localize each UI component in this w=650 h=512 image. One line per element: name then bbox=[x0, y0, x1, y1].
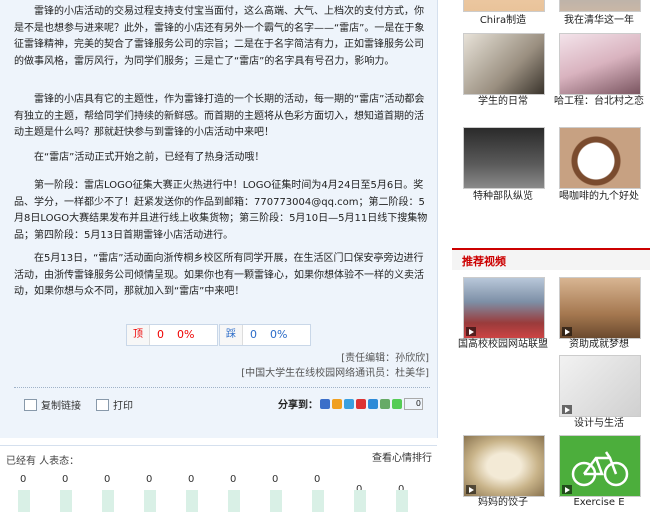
photo-thumbnail[interactable] bbox=[463, 0, 545, 12]
share-bar: 分享到： 0 bbox=[278, 396, 423, 411]
video-caption[interactable]: 设计与生活 bbox=[551, 417, 647, 431]
article-paragraph-5: 在5月13日，“雷店”活动面向浙传桐乡校区所有同学开展，在生活区门口保安亭旁边进… bbox=[14, 253, 424, 297]
article-paragraph-3: 在“雷店”活动正式开始之前，已经有了热身活动哦！ bbox=[34, 152, 265, 163]
mood-count: 0 bbox=[104, 474, 111, 485]
mood-count: 0 bbox=[62, 474, 69, 485]
photo-caption[interactable]: 喝咖啡的九个好处 bbox=[551, 190, 647, 204]
photo-thumbnail[interactable] bbox=[463, 127, 545, 189]
vote-up-button[interactable]: 顶 0 0% bbox=[126, 324, 218, 346]
share-more-icon[interactable] bbox=[392, 398, 402, 409]
video-caption[interactable]: Exercise E bbox=[551, 496, 647, 510]
video-section-header: 推荐视频 bbox=[452, 248, 650, 270]
photo-thumbnail[interactable] bbox=[463, 33, 545, 95]
share-kaixin-icon[interactable] bbox=[368, 398, 378, 409]
mood-bar[interactable] bbox=[186, 490, 198, 512]
article-paragraph-2: 雷锋的小店具有它的主题性，作为雷锋打造的一个长期的活动，每一期的“雷店”活动都会… bbox=[14, 94, 425, 138]
article-panel: 雷锋的小店活动的交易过程支持支付宝当面付，这么高端、大气、上档次的支付方式，你是… bbox=[0, 0, 438, 438]
play-icon bbox=[466, 485, 476, 494]
photo-thumbnail[interactable] bbox=[559, 127, 641, 189]
article-paragraph-4: 第一阶段：雷店LOGO征集大赛正火热进行中！LOGO征集时间为4月24日至5月6… bbox=[14, 180, 428, 241]
divider bbox=[14, 387, 430, 388]
mood-bar[interactable] bbox=[396, 490, 408, 512]
share-weibo-icon[interactable] bbox=[320, 398, 330, 409]
mood-bar[interactable] bbox=[144, 490, 156, 512]
vote-up-count: 0 bbox=[157, 328, 164, 341]
mood-title: 已经有 人表态： bbox=[6, 456, 80, 467]
printer-icon bbox=[96, 398, 109, 411]
mood-bar[interactable] bbox=[102, 490, 114, 512]
mood-count: 0 bbox=[272, 474, 279, 485]
video-caption[interactable]: 妈妈的饺子 bbox=[455, 496, 551, 510]
mood-count: 0 bbox=[146, 474, 153, 485]
mood-bar[interactable] bbox=[354, 490, 366, 512]
photo-caption[interactable]: 特种部队纵览 bbox=[455, 190, 551, 204]
article-paragraph-1: 雷锋的小店活动的交易过程支持支付宝当面付，这么高端、大气、上档次的支付方式，你是… bbox=[14, 6, 425, 67]
bicycle-icon bbox=[571, 451, 629, 487]
vote-down-label: 踩 bbox=[220, 325, 243, 345]
copy-icon bbox=[24, 398, 37, 411]
mood-bar[interactable] bbox=[18, 490, 30, 512]
photo-caption[interactable]: Chira制造 bbox=[455, 14, 551, 28]
mood-bar[interactable] bbox=[60, 490, 72, 512]
play-icon bbox=[562, 485, 572, 494]
print-label: 打印 bbox=[113, 401, 133, 412]
copy-link-label: 复制链接 bbox=[41, 401, 81, 412]
mood-count: 0 bbox=[230, 474, 237, 485]
share-tencent-icon[interactable] bbox=[344, 398, 354, 409]
photo-caption[interactable]: 学生的日常 bbox=[455, 95, 551, 109]
share-qzone-icon[interactable] bbox=[332, 398, 342, 409]
video-section-title: 推荐视频 bbox=[462, 255, 506, 268]
share-label: 分享到： bbox=[278, 400, 318, 411]
play-icon bbox=[562, 327, 572, 336]
vote-down-count: 0 bbox=[250, 328, 257, 341]
mood-count: 0 bbox=[188, 474, 195, 485]
video-caption[interactable]: 资助成就梦想 bbox=[551, 338, 647, 352]
share-douban-icon[interactable] bbox=[380, 398, 390, 409]
video-thumbnail[interactable] bbox=[559, 277, 641, 339]
copy-link-button[interactable]: 复制链接 bbox=[24, 397, 81, 412]
mood-rank-link[interactable]: 查看心情排行 bbox=[372, 452, 432, 465]
video-thumbnail[interactable] bbox=[463, 277, 545, 339]
play-icon bbox=[466, 327, 476, 336]
print-button[interactable]: 打印 bbox=[96, 397, 133, 412]
mood-bar[interactable] bbox=[228, 490, 240, 512]
share-count: 0 bbox=[404, 397, 423, 410]
mood-count: 0 bbox=[20, 474, 27, 485]
mood-panel: 已经有 人表态： 查看心情排行 0000000000 bbox=[0, 445, 437, 512]
vote-up-percent: 0% bbox=[177, 328, 195, 341]
vote-down-button[interactable]: 踩 0 0% bbox=[219, 324, 311, 346]
video-thumbnail[interactable] bbox=[559, 355, 641, 417]
video-caption[interactable]: 国高校校园网站联盟 bbox=[455, 338, 551, 352]
editor-credit: [责任编辑：孙欣欣] bbox=[341, 353, 429, 364]
photo-caption[interactable]: 我在清华这一年 bbox=[551, 14, 647, 28]
vote-up-label: 顶 bbox=[127, 325, 150, 345]
vote-down-percent: 0% bbox=[270, 328, 288, 341]
mood-count: 0 bbox=[314, 474, 321, 485]
photo-caption[interactable]: 哈工程：台北村之恋 bbox=[551, 95, 647, 109]
share-renren-icon[interactable] bbox=[356, 398, 366, 409]
mood-bar[interactable] bbox=[270, 490, 282, 512]
mood-bar[interactable] bbox=[312, 490, 324, 512]
photo-thumbnail[interactable] bbox=[559, 0, 641, 12]
reporter-credit: [中国大学生在线校园网络通讯员：杜美华] bbox=[241, 368, 429, 379]
play-icon bbox=[562, 405, 572, 414]
video-thumbnail[interactable] bbox=[463, 435, 545, 497]
video-thumbnail[interactable] bbox=[559, 435, 641, 497]
photo-thumbnail[interactable] bbox=[559, 33, 641, 95]
